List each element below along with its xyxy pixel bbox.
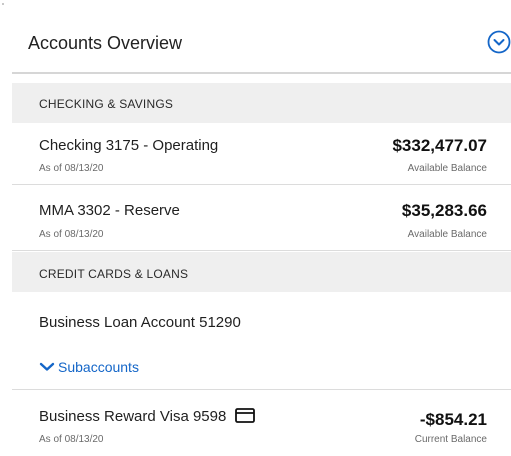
account-row-business-loan-51290[interactable]: Business Loan Account 51290 Subaccounts (12, 293, 511, 390)
section-label: CHECKING & SAVINGS (39, 97, 174, 111)
balance-label: Current Balance (414, 434, 487, 445)
account-name-wrap: Business Reward Visa 9598 (39, 408, 255, 425)
account-as-of-date: As of 08/13/20 (39, 163, 104, 174)
account-name: Business Reward Visa 9598 (39, 408, 227, 425)
chevron-down-icon (39, 362, 55, 371)
account-balance: $35,283.66 (401, 201, 487, 220)
subaccounts-link-label: Subaccounts (58, 359, 139, 375)
accounts-overview-card: Accounts Overview CHECKING & SAVINGS Che… (12, 0, 511, 456)
corner-mark (2, 3, 4, 5)
card-header: Accounts Overview (12, 0, 511, 74)
page-title: Accounts Overview (28, 33, 183, 53)
account-row-business-reward-visa-9598[interactable]: Business Reward Visa 9598 As of 08/13/20… (12, 390, 511, 456)
section-header-checking-savings: CHECKING & SAVINGS (12, 83, 511, 123)
subaccounts-link[interactable]: Subaccounts (39, 359, 139, 375)
chevron-down-circle-icon (487, 30, 511, 54)
account-as-of-date: As of 08/13/20 (39, 434, 104, 445)
account-name: Business Loan Account 51290 (39, 314, 241, 331)
account-row-mma-3302[interactable]: MMA 3302 - Reserve As of 08/13/20 $35,28… (12, 185, 511, 251)
balance-label: Available Balance (407, 163, 487, 174)
account-as-of-date: As of 08/13/20 (39, 229, 104, 240)
balance-label: Available Balance (407, 229, 487, 240)
section-header-credit-cards-loans: CREDIT CARDS & LOANS (12, 252, 511, 292)
account-name: MMA 3302 - Reserve (39, 202, 180, 219)
account-row-checking-3175[interactable]: Checking 3175 - Operating As of 08/13/20… (12, 123, 511, 185)
account-balance: -$854.21 (419, 410, 487, 429)
credit-card-icon (234, 408, 255, 423)
collapse-toggle-button[interactable] (487, 30, 511, 54)
section-label: CREDIT CARDS & LOANS (39, 267, 189, 281)
account-name: Checking 3175 - Operating (39, 137, 219, 154)
account-balance: $332,477.07 (392, 136, 487, 155)
